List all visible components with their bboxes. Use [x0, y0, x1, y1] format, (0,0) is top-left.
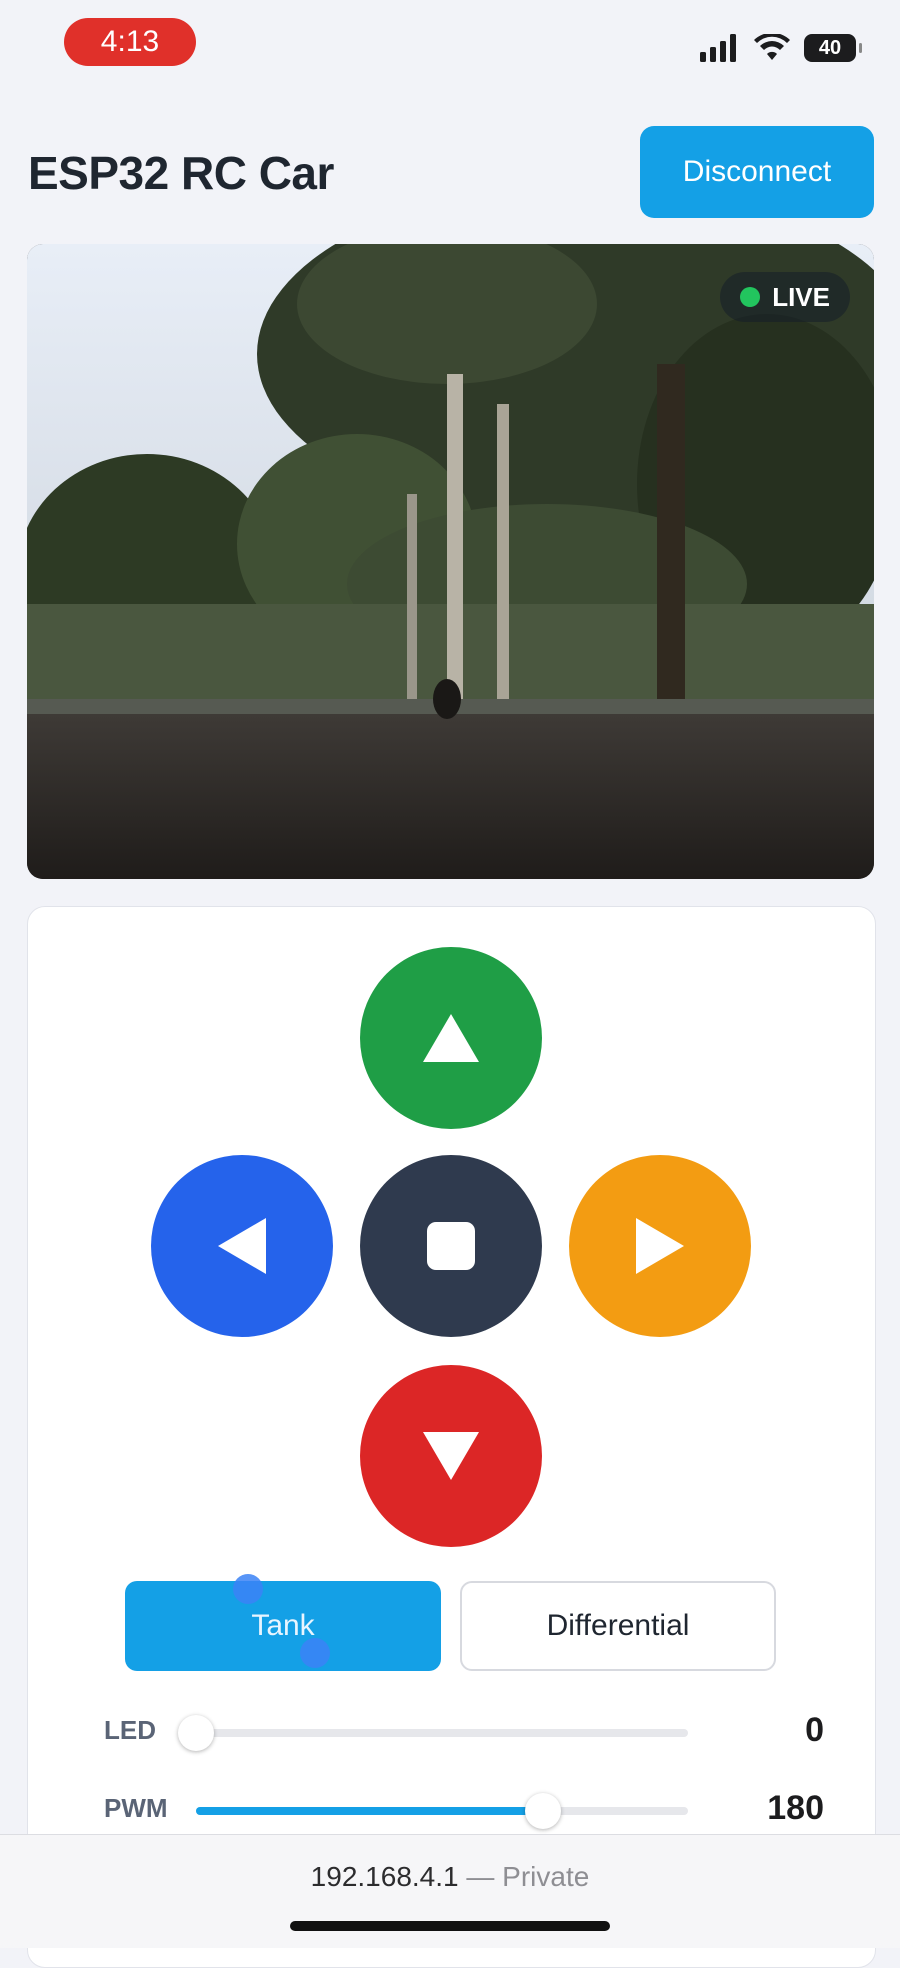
camera-stream: LIVE: [27, 244, 874, 879]
touch-indicator: [233, 1574, 263, 1604]
right-button[interactable]: [569, 1155, 751, 1337]
pwm-slider-fill: [196, 1807, 544, 1815]
status-icons: 40: [700, 30, 862, 66]
backward-button[interactable]: [360, 1365, 542, 1547]
led-slider-thumb[interactable]: [178, 1715, 214, 1751]
stop-icon: [427, 1222, 475, 1270]
url-separator: —: [458, 1861, 503, 1892]
live-label: LIVE: [772, 281, 830, 312]
url-host: 192.168.4.1: [310, 1861, 459, 1892]
pwm-slider[interactable]: [196, 1793, 688, 1829]
arrow-left-icon: [218, 1218, 266, 1274]
browser-address-bar[interactable]: 192.168.4.1 — Private: [0, 1834, 900, 1948]
forward-button[interactable]: [360, 947, 542, 1129]
led-value: 0: [805, 1711, 824, 1749]
pwm-slider-thumb[interactable]: [525, 1793, 562, 1829]
camera-feed-image: [27, 244, 874, 879]
pwm-label: PWM: [104, 1793, 168, 1823]
battery-level: 40: [818, 36, 842, 59]
led-slider-row: LED 0: [104, 1707, 824, 1757]
arrow-up-icon: [423, 1014, 479, 1062]
pwm-slider-row: PWM 180: [104, 1785, 824, 1835]
control-panel: Tank Differential LED 0 PWM 180: [27, 906, 876, 1968]
address-text[interactable]: 192.168.4.1 — Private: [0, 1861, 900, 1893]
mode-differential-button[interactable]: Differential: [460, 1581, 776, 1671]
cellular-signal-icon: [700, 34, 736, 62]
arrow-down-icon: [423, 1432, 479, 1480]
led-label: LED: [104, 1715, 156, 1745]
url-privacy-label: Private: [502, 1861, 590, 1892]
led-slider[interactable]: [178, 1715, 688, 1751]
pwm-value: 180: [767, 1789, 824, 1827]
page-title: ESP32 RC Car: [28, 147, 334, 199]
home-indicator[interactable]: [290, 1921, 610, 1931]
touch-indicator: [300, 1638, 330, 1668]
status-time: 4:13: [64, 18, 196, 66]
battery-icon: 40: [804, 34, 862, 62]
header: ESP32 RC Car Disconnect: [28, 126, 874, 218]
wifi-icon: [754, 34, 790, 60]
arrow-right-icon: [636, 1218, 684, 1274]
mode-tank-button[interactable]: Tank: [125, 1581, 441, 1671]
live-badge: LIVE: [720, 272, 850, 322]
left-button[interactable]: [151, 1155, 333, 1337]
live-indicator-dot: [740, 287, 761, 307]
stop-button[interactable]: [360, 1155, 542, 1337]
disconnect-button[interactable]: Disconnect: [640, 126, 874, 218]
status-bar: 4:13 40: [0, 0, 900, 90]
